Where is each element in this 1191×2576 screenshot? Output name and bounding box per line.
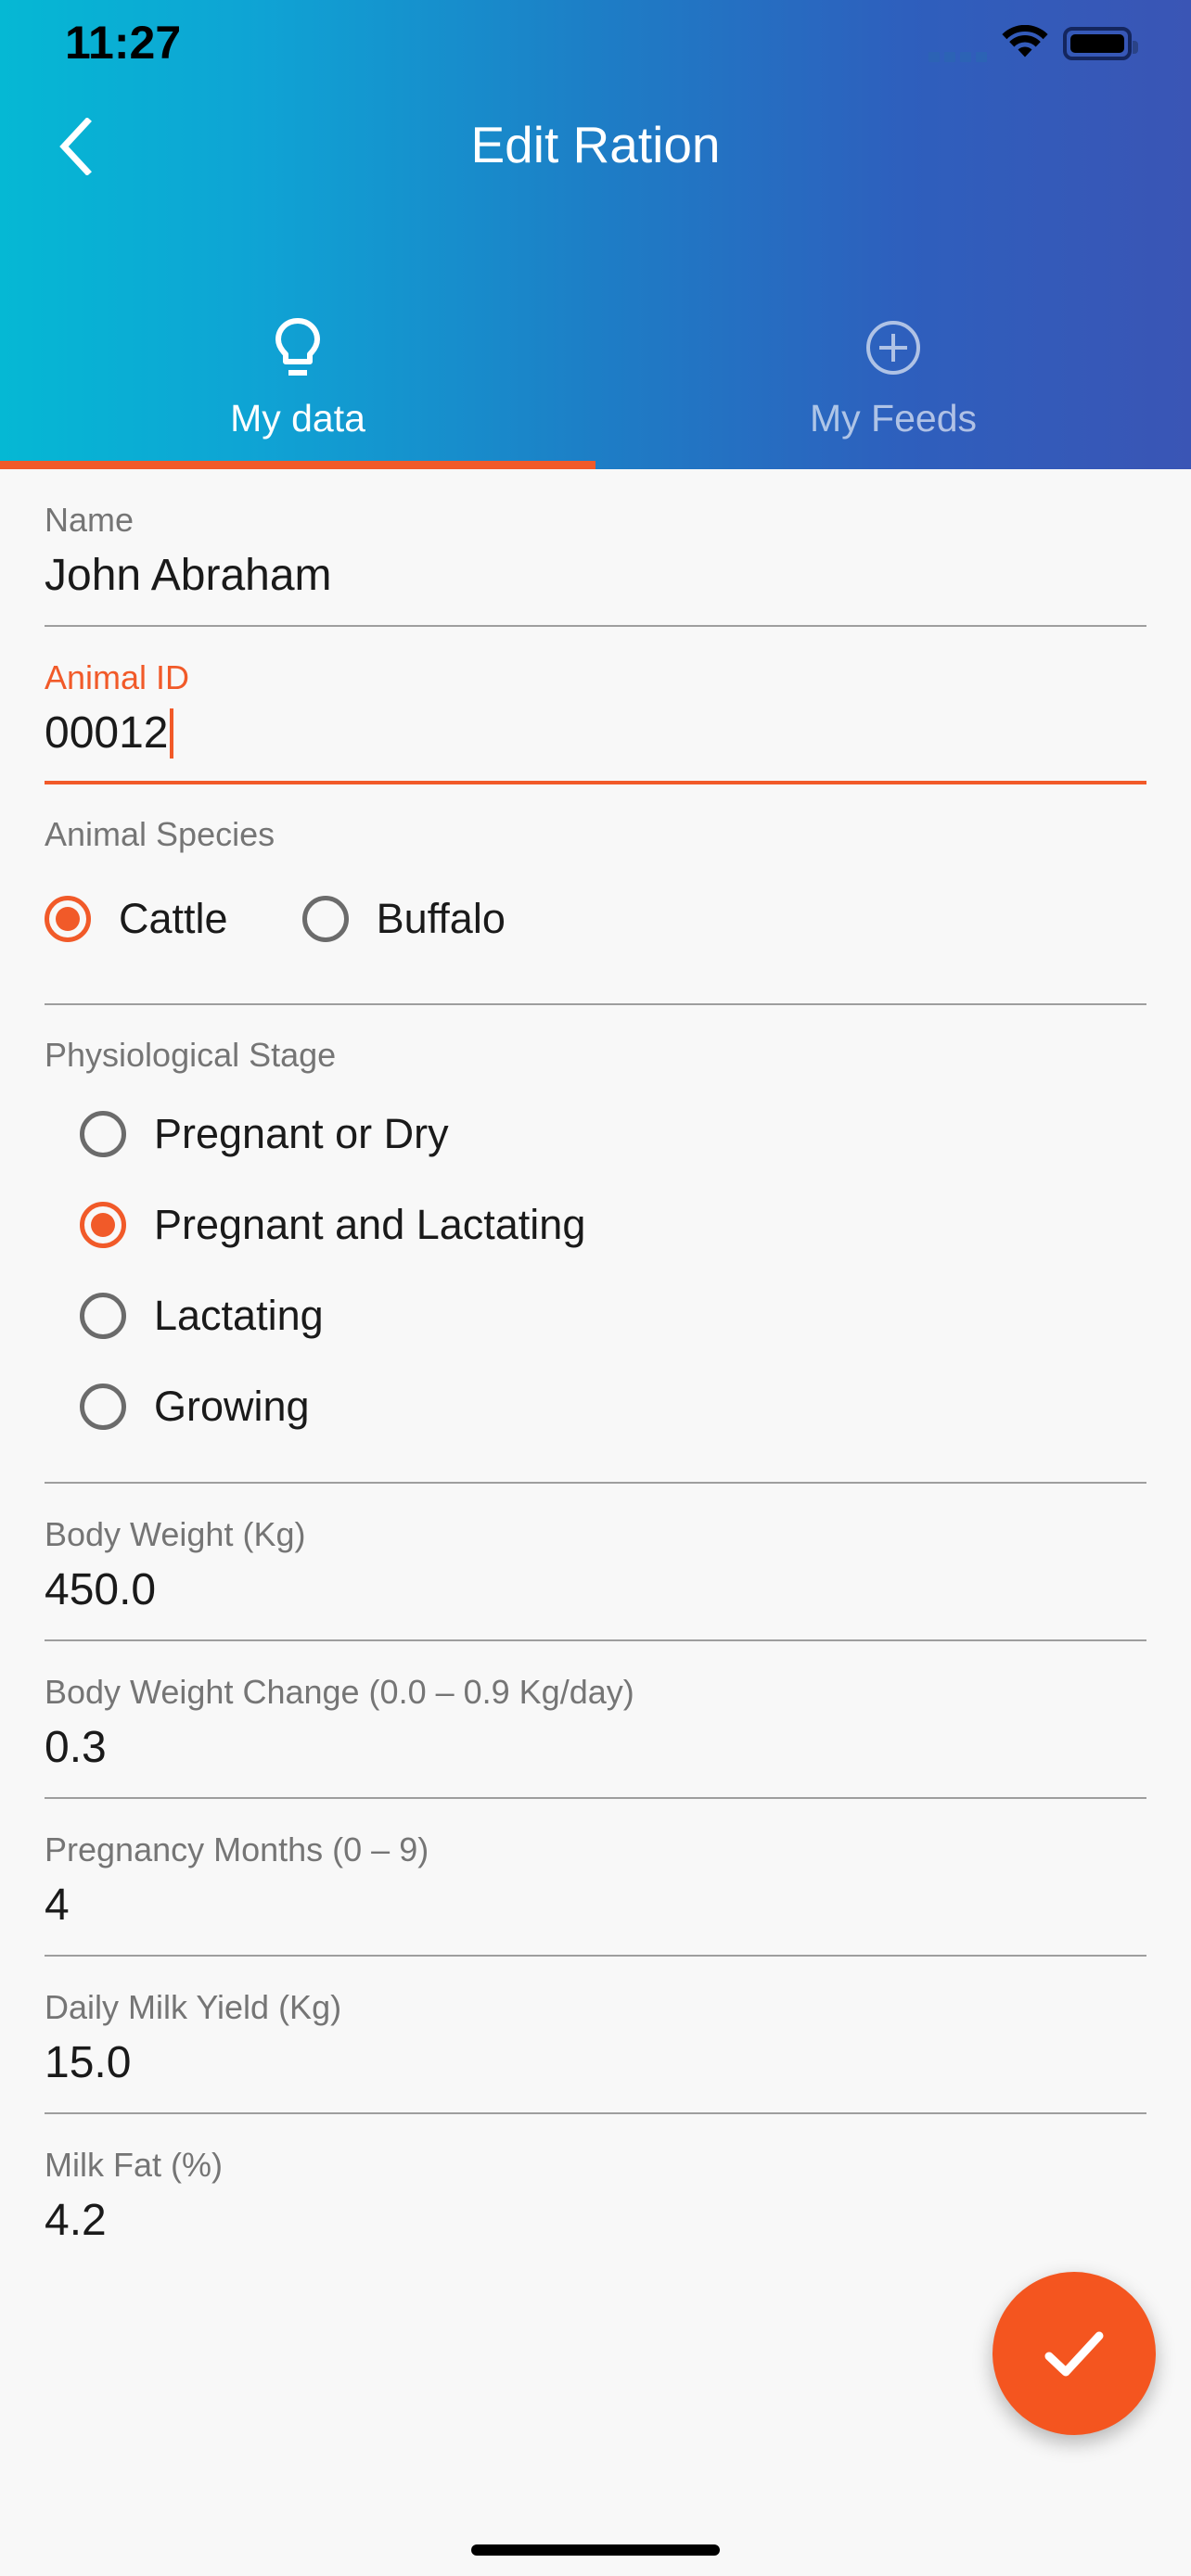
field-daily-milk-yield-value[interactable]: 15.0 (45, 2033, 131, 2094)
field-animal-id-label: Animal ID (45, 658, 190, 696)
save-fab-button[interactable] (992, 2272, 1156, 2435)
field-body-weight-change-label: Body Weight Change (0.0 – 0.9 Kg/day) (45, 1673, 634, 1711)
battery-icon (1063, 27, 1138, 60)
status-bar-indicators (928, 19, 1138, 68)
radio-pregnant-or-dry-label: Pregnant or Dry (154, 1110, 449, 1157)
field-daily-milk-yield[interactable]: Daily Milk Yield (Kg) 15.0 (45, 1957, 1146, 2114)
field-body-weight-label: Body Weight (Kg) (45, 1515, 306, 1553)
tab-my-data-label: My data (230, 397, 365, 440)
animal-species-radio-group: Cattle Buffalo (45, 896, 1146, 981)
tab-my-data[interactable]: My data (0, 299, 596, 469)
radio-buffalo-indicator[interactable] (301, 896, 349, 942)
tab-active-indicator (0, 461, 596, 469)
home-indicator (471, 2544, 720, 2556)
radio-pregnant-and-lactating-label: Pregnant and Lactating (154, 1201, 586, 1248)
page-title: Edit Ration (470, 116, 721, 173)
radio-growing-label: Growing (154, 1383, 310, 1430)
field-name[interactable]: Name John Abraham (45, 469, 1146, 627)
field-animal-id-value[interactable]: 00012 (45, 703, 168, 764)
group-animal-species: Animal Species Cattle Buffalo (45, 784, 1146, 1005)
tab-bar: My data My Feeds (0, 299, 1191, 469)
radio-cattle-label: Cattle (119, 895, 228, 942)
radio-option-buffalo[interactable]: Buffalo (301, 895, 506, 942)
radio-buffalo-label: Buffalo (376, 895, 506, 942)
field-body-weight-change-value[interactable]: 0.3 (45, 1717, 107, 1779)
title-bar: Edit Ration (0, 93, 1191, 202)
field-body-weight-value[interactable]: 450.0 (45, 1560, 156, 1621)
lightbulb-icon (271, 317, 325, 378)
group-physiological-stage-label: Physiological Stage (45, 1036, 337, 1074)
app-screen: 11:27 Edit Ration My data My Feeds Name … (0, 0, 1191, 2576)
field-milk-fat-label: Milk Fat (%) (45, 2146, 223, 2184)
field-name-label: Name (45, 501, 134, 539)
wifi-icon (1002, 25, 1048, 57)
tab-my-feeds-label: My Feeds (810, 397, 977, 440)
field-body-weight[interactable]: Body Weight (Kg) 450.0 (45, 1484, 1146, 1641)
radio-lactating-indicator[interactable] (80, 1293, 126, 1339)
group-animal-species-label: Animal Species (45, 815, 275, 853)
radio-growing-indicator[interactable] (80, 1384, 126, 1430)
field-body-weight-change[interactable]: Body Weight Change (0.0 – 0.9 Kg/day) 0.… (45, 1641, 1146, 1799)
field-pregnancy-months-value[interactable]: 4 (45, 1875, 70, 1936)
form-content: Name John Abraham Animal ID 00012 Animal… (0, 469, 1191, 2576)
radio-option-pregnant-and-lactating[interactable]: Pregnant and Lactating (80, 1187, 1146, 1263)
field-pregnancy-months-label: Pregnancy Months (0 – 9) (45, 1830, 429, 1868)
status-bar-clock: 11:27 (65, 17, 182, 69)
field-milk-fat-value[interactable]: 4.2 (45, 2190, 107, 2251)
radio-option-pregnant-or-dry[interactable]: Pregnant or Dry (80, 1096, 1146, 1172)
field-daily-milk-yield-label: Daily Milk Yield (Kg) (45, 1988, 342, 2026)
radio-option-lactating[interactable]: Lactating (80, 1278, 1146, 1354)
status-bar: 11:27 (0, 0, 1191, 93)
physiological-stage-radio-group: Pregnant or Dry Pregnant and Lactating L… (45, 1096, 1146, 1445)
app-header: 11:27 Edit Ration My data My Feeds (0, 0, 1191, 469)
radio-lactating-label: Lactating (154, 1292, 324, 1339)
signal-dots-icon (928, 19, 987, 68)
text-cursor (170, 708, 174, 759)
radio-cattle-indicator[interactable] (45, 896, 91, 942)
field-name-value[interactable]: John Abraham (45, 545, 332, 606)
radio-option-cattle[interactable]: Cattle (45, 896, 228, 942)
plus-circle-icon (864, 317, 922, 378)
group-physiological-stage: Physiological Stage Pregnant or Dry Preg… (45, 1005, 1146, 1484)
field-pregnancy-months[interactable]: Pregnancy Months (0 – 9) 4 (45, 1799, 1146, 1957)
check-icon (1044, 2331, 1104, 2377)
radio-option-growing[interactable]: Growing (80, 1369, 1146, 1445)
radio-pregnant-and-lactating-indicator[interactable] (80, 1202, 126, 1248)
field-milk-fat[interactable]: Milk Fat (%) 4.2 (45, 2114, 1146, 2272)
radio-pregnant-or-dry-indicator[interactable] (80, 1111, 126, 1157)
field-animal-id[interactable]: Animal ID 00012 (45, 627, 1146, 784)
tab-my-feeds[interactable]: My Feeds (596, 299, 1191, 469)
